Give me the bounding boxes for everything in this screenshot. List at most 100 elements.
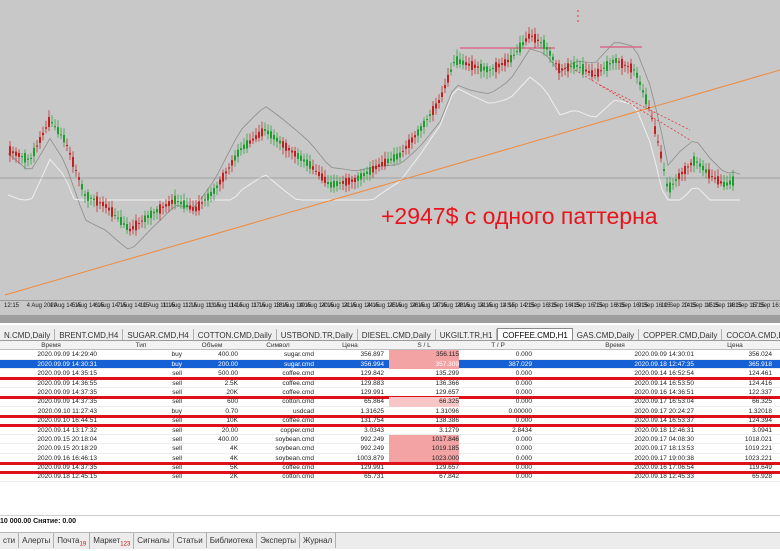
candle-body: [45, 127, 47, 129]
chart-tab[interactable]: SUGAR.CMD,H4: [123, 329, 194, 340]
candle-body: [663, 169, 665, 171]
column-header[interactable]: Объем: [186, 341, 238, 350]
column-header[interactable]: T / P: [464, 341, 532, 350]
candle-body: [591, 70, 593, 77]
cell-sl: 136.366: [435, 379, 460, 387]
candle-body: [75, 169, 77, 171]
candle-body: [171, 199, 173, 204]
terminal-tab-label: Журнал: [303, 536, 333, 545]
candle-body: [120, 217, 122, 225]
terminal-tab[interactable]: Статьи: [174, 533, 207, 548]
chart-tab[interactable]: BRENT.CMD,H4: [55, 329, 124, 340]
cell-volume: 4K: [230, 445, 238, 453]
candle-body: [135, 220, 137, 231]
table-row[interactable]: 2020.09.09 14:36:55 sell 2.5K coffee.cmd 129…: [0, 379, 780, 388]
column-header[interactable]: Цена: [698, 341, 772, 350]
chart-tab[interactable]: DIESEL.CMD,Daily: [358, 329, 436, 340]
cell-type: sell: [172, 398, 182, 406]
cell-volume: 2.5K: [224, 379, 238, 387]
terminal-tab[interactable]: Алерты: [19, 533, 55, 548]
table-row[interactable]: 2020.09.15 20:18:04 sell 400.00 soybean.cmd…: [0, 434, 780, 445]
balance-text: 10 000.00 Снятие: 0.00: [0, 518, 76, 525]
candle-body: [222, 172, 224, 182]
terminal-tab-label: Эксперты: [260, 536, 296, 545]
chart-tab[interactable]: COPPER.CMD,Daily: [639, 329, 723, 340]
cell-sl: 66.325: [389, 397, 459, 407]
candle-body: [342, 180, 344, 184]
table-row[interactable]: 2020.09.14 13:17:32 sell 20.00 copper.cmd 3.…: [0, 426, 780, 435]
candle-body: [732, 176, 734, 186]
candle-body: [165, 204, 167, 207]
candle-body: [90, 197, 92, 199]
candle-body: [33, 147, 35, 157]
candle-body: [714, 177, 716, 180]
candle-body: [204, 199, 206, 201]
candle-body: [108, 207, 110, 211]
candle-body: [129, 228, 131, 232]
candlestick-chart[interactable]: [0, 0, 780, 300]
candle-body: [519, 42, 521, 53]
candle-body: [297, 153, 299, 159]
candle-body: [447, 74, 449, 83]
cell-close-price: 3.0941: [752, 426, 772, 434]
chart-tab[interactable]: USTBOND.TR,Daily: [277, 329, 358, 340]
chart-tab[interactable]: N.CMD,Daily: [0, 329, 56, 340]
candle-body: [279, 140, 281, 144]
price-chart[interactable]: +2947$ с одного паттерна: [0, 0, 780, 300]
cell-volume: 200.00: [218, 360, 238, 368]
column-header[interactable]: Время: [5, 341, 97, 350]
candle-body: [606, 61, 608, 71]
cell-price: 992.249: [360, 435, 385, 443]
column-header[interactable]: Время: [536, 341, 694, 350]
cell-sl: 357.309: [389, 359, 459, 370]
chart-scrollbar[interactable]: [0, 315, 780, 323]
table-row[interactable]: 2020.09.09 14:37:35 sell 600 cotton.cmd 65.8…: [0, 397, 780, 407]
candle-body: [21, 156, 23, 158]
candle-body: [339, 182, 341, 184]
candle-body: [558, 63, 560, 74]
chart-tab[interactable]: UKGILT.TR,H1: [436, 329, 498, 340]
candle-body: [159, 204, 161, 214]
chart-tab[interactable]: COFFEE.CMD,H1: [497, 328, 573, 340]
candle-body: [30, 157, 32, 159]
candle-body: [564, 67, 566, 69]
candle-body: [636, 72, 638, 78]
terminal-tab[interactable]: Почта19: [54, 533, 91, 549]
terminal-tab[interactable]: Маркет123: [90, 533, 135, 549]
candle-body: [138, 223, 140, 225]
candle-body: [27, 158, 29, 160]
candle-body: [729, 180, 731, 185]
chart-tab[interactable]: COCOA.CMD,Daily: [722, 329, 780, 340]
terminal-tab[interactable]: Эксперты: [257, 533, 300, 548]
candle-body: [645, 94, 647, 105]
column-header[interactable]: Цена: [316, 341, 384, 350]
table-row[interactable]: 2020.09.18 12:45:15 sell 2K cotton.cmd 65.73…: [0, 472, 780, 482]
chart-tab[interactable]: GAS.CMD,Daily: [573, 329, 640, 340]
terminal-tab[interactable]: Библиотека: [207, 533, 258, 548]
table-row[interactable]: 2020.09.09 14:29:40 buy 400.00 sugar.cmd 356…: [0, 350, 780, 360]
candle-body: [468, 63, 470, 66]
promo-caption: +2947$ с одного паттерна: [381, 203, 658, 229]
candle-body: [240, 148, 242, 151]
column-header[interactable]: Тип: [100, 341, 182, 350]
candle-body: [471, 61, 473, 70]
cell-volume: 600: [227, 398, 238, 406]
candle-body: [150, 210, 152, 219]
cell-price: 356.994: [360, 360, 385, 368]
table-row[interactable]: 2020.09.09 14:30:31 buy 200.00 sugar.cmd 356…: [0, 359, 780, 370]
candle-body: [162, 206, 164, 208]
candle-body: [555, 63, 557, 65]
column-header[interactable]: Символ: [242, 341, 314, 350]
candle-body: [705, 169, 707, 173]
cell-close-price: 65.928: [752, 473, 772, 481]
terminal-tab[interactable]: Сигналы: [134, 533, 174, 548]
chart-tab[interactable]: COTTON.CMD,Daily: [194, 329, 277, 340]
terminal-tab[interactable]: сти: [0, 533, 20, 548]
candle-body: [432, 106, 434, 115]
terminal-tab[interactable]: Журнал: [300, 533, 337, 548]
table-row[interactable]: 2020.09.15 20:18:29 sell 4K soybean.cmd 992.…: [0, 444, 780, 454]
column-header[interactable]: S / L: [389, 341, 459, 350]
candle-body: [84, 194, 86, 196]
cell-type: sell: [172, 426, 182, 434]
candle-body: [669, 182, 671, 193]
